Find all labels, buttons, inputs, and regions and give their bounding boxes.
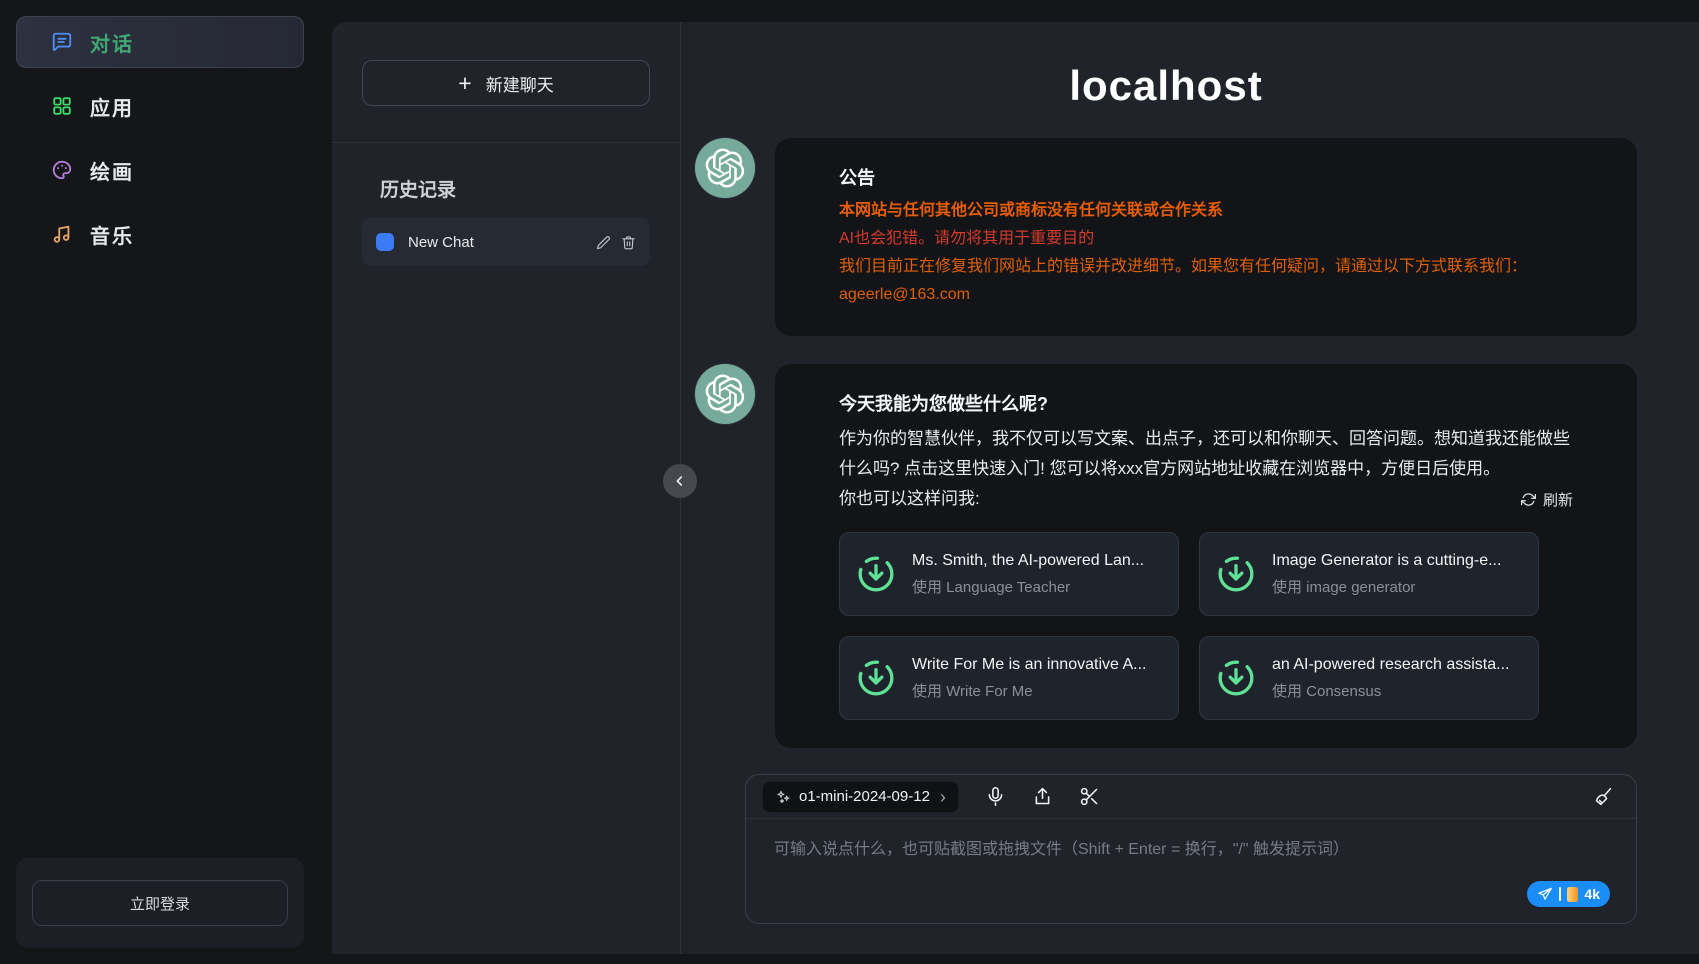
card-title: Ms. Smith, the AI-powered Lan... xyxy=(912,552,1144,570)
card-title: Image Generator is a cutting-e... xyxy=(1272,552,1501,570)
history-title: 历史记录 xyxy=(380,175,680,202)
assistant-avatar xyxy=(695,138,755,198)
card-texts: Ms. Smith, the AI-powered Lan... 使用 Lang… xyxy=(912,552,1144,597)
sidebar: 对话 应用 绘画 音乐 立即登录 xyxy=(0,0,320,964)
chat-list-item[interactable]: New Chat xyxy=(362,218,650,266)
suggestion-card[interactable]: Ms. Smith, the AI-powered Lan... 使用 Lang… xyxy=(839,532,1179,616)
model-selector[interactable]: o1-mini-2024-09-12 › xyxy=(762,781,959,813)
prompt-line: 你也可以这样问我: xyxy=(839,484,980,514)
screenshot-button[interactable] xyxy=(1079,786,1100,807)
token-quota-icon xyxy=(1567,887,1578,902)
microphone-icon xyxy=(985,786,1006,807)
suggestion-card[interactable]: an AI-powered research assista... 使用 Con… xyxy=(1199,636,1539,720)
chat-list-panel: + 新建聊天 历史记录 New Chat xyxy=(332,22,680,954)
card-subtitle: 使用 Language Teacher xyxy=(912,576,1144,597)
card-texts: Write For Me is an innovative A... 使用 Wr… xyxy=(912,656,1146,701)
collapse-sidebar-button[interactable] xyxy=(663,464,697,498)
card-subtitle: 使用 Consensus xyxy=(1272,680,1509,701)
page-title: localhost xyxy=(695,62,1637,110)
openai-logo-icon xyxy=(705,148,745,188)
announcement-line: AI也会犯错。请勿将其用于重要目的 xyxy=(839,226,1573,252)
microphone-button[interactable] xyxy=(985,786,1006,807)
sidebar-item-label: 对话 xyxy=(90,28,134,57)
sidebar-item-label: 音乐 xyxy=(90,220,134,249)
scissors-icon xyxy=(1079,786,1100,807)
composer-toolbar: o1-mini-2024-09-12 › xyxy=(746,775,1636,819)
announcement-line: 我们目前正在修复我们网站上的错误并改进细节。如果您有任何疑问，请通过以下方式联系… xyxy=(839,254,1573,280)
new-chat-wrap: + 新建聊天 xyxy=(332,60,680,142)
token-count: 4k xyxy=(1584,886,1600,902)
delete-icon[interactable] xyxy=(621,235,636,250)
card-texts: an AI-powered research assista... 使用 Con… xyxy=(1272,656,1509,701)
welcome-title: 今天我能为您做些什么呢? xyxy=(839,390,1573,416)
palette-icon xyxy=(51,159,73,181)
sidebar-item-music[interactable]: 音乐 xyxy=(16,208,304,260)
panel-divider xyxy=(332,142,680,143)
refresh-label: 刷新 xyxy=(1543,489,1573,510)
download-circle-icon xyxy=(1216,554,1256,594)
clear-context-button[interactable] xyxy=(1593,786,1614,807)
assistant-avatar xyxy=(695,364,755,424)
login-card: 立即登录 xyxy=(16,858,304,948)
card-title: an AI-powered research assista... xyxy=(1272,656,1509,674)
new-chat-label: 新建聊天 xyxy=(486,71,554,96)
token-badge[interactable]: 4k xyxy=(1527,881,1610,907)
content-shell: + 新建聊天 历史记录 New Chat localhost xyxy=(332,22,1699,954)
refresh-button[interactable]: 刷新 xyxy=(1521,489,1573,510)
upload-icon xyxy=(1032,786,1053,807)
sidebar-item-apps[interactable]: 应用 xyxy=(16,80,304,132)
broom-icon xyxy=(1593,786,1614,807)
chat-bubble-icon xyxy=(51,31,73,53)
new-chat-button[interactable]: + 新建聊天 xyxy=(362,60,650,106)
welcome-bubble: 今天我能为您做些什么呢? 作为你的智慧伙伴，我不仅可以写文案、出点子，还可以和你… xyxy=(775,364,1637,748)
contact-email-link[interactable]: ageerle@163.com xyxy=(839,282,1573,308)
sidebar-item-label: 应用 xyxy=(90,92,134,121)
chat-item-avatar-icon xyxy=(376,233,394,251)
prompt-row: 你也可以这样问我: 刷新 xyxy=(839,484,1573,514)
edit-icon[interactable] xyxy=(596,235,611,250)
music-note-icon xyxy=(51,223,73,245)
card-subtitle: 使用 Write For Me xyxy=(912,680,1146,701)
assistant-message: 公告 本网站与任何其他公司或商标没有任何关联或合作关系 AI也会犯错。请勿将其用… xyxy=(695,138,1637,336)
sidebar-item-chat[interactable]: 对话 xyxy=(16,16,304,68)
welcome-body: 作为你的智慧伙伴，我不仅可以写文案、出点子，还可以和你聊天、回答问题。想知道我还… xyxy=(839,424,1573,484)
message-input[interactable] xyxy=(746,819,1636,923)
card-texts: Image Generator is a cutting-e... 使用 ima… xyxy=(1272,552,1501,597)
badge-divider xyxy=(1559,887,1561,901)
card-subtitle: 使用 image generator xyxy=(1272,576,1501,597)
suggestion-card[interactable]: Image Generator is a cutting-e... 使用 ima… xyxy=(1199,532,1539,616)
composer: o1-mini-2024-09-12 › xyxy=(745,774,1637,924)
download-circle-icon xyxy=(856,554,896,594)
announcement-bubble: 公告 本网站与任何其他公司或商标没有任何关联或合作关系 AI也会犯错。请勿将其用… xyxy=(775,138,1637,336)
chevron-left-icon xyxy=(672,473,688,489)
download-circle-icon xyxy=(856,658,896,698)
suggestion-grid: Ms. Smith, the AI-powered Lan... 使用 Lang… xyxy=(839,532,1573,720)
announcement-line: 本网站与任何其他公司或商标没有任何关联或合作关系 xyxy=(839,198,1573,224)
send-icon xyxy=(1537,886,1553,902)
download-circle-icon xyxy=(1216,658,1256,698)
refresh-icon xyxy=(1521,492,1536,507)
openai-logo-icon xyxy=(705,374,745,414)
card-title: Write For Me is an innovative A... xyxy=(912,656,1146,674)
chat-main: localhost 公告 本网站与任何其他公司或商标没有任何关联或合作关系 AI… xyxy=(681,22,1699,954)
plus-icon: + xyxy=(458,72,471,95)
suggestion-card[interactable]: Write For Me is an innovative A... 使用 Wr… xyxy=(839,636,1179,720)
chat-item-title: New Chat xyxy=(408,234,586,251)
chevron-right-icon: › xyxy=(940,788,946,806)
announcement-title: 公告 xyxy=(839,164,1573,190)
composer-input-area: 4k xyxy=(746,819,1636,923)
sidebar-item-label: 绘画 xyxy=(90,156,134,185)
model-name: o1-mini-2024-09-12 xyxy=(799,788,930,805)
apps-grid-icon xyxy=(51,95,73,117)
upload-button[interactable] xyxy=(1032,786,1053,807)
login-button[interactable]: 立即登录 xyxy=(32,880,288,926)
sidebar-item-paint[interactable]: 绘画 xyxy=(16,144,304,196)
sparkle-icon xyxy=(775,789,791,805)
assistant-message: 今天我能为您做些什么呢? 作为你的智慧伙伴，我不仅可以写文案、出点子，还可以和你… xyxy=(695,364,1637,748)
